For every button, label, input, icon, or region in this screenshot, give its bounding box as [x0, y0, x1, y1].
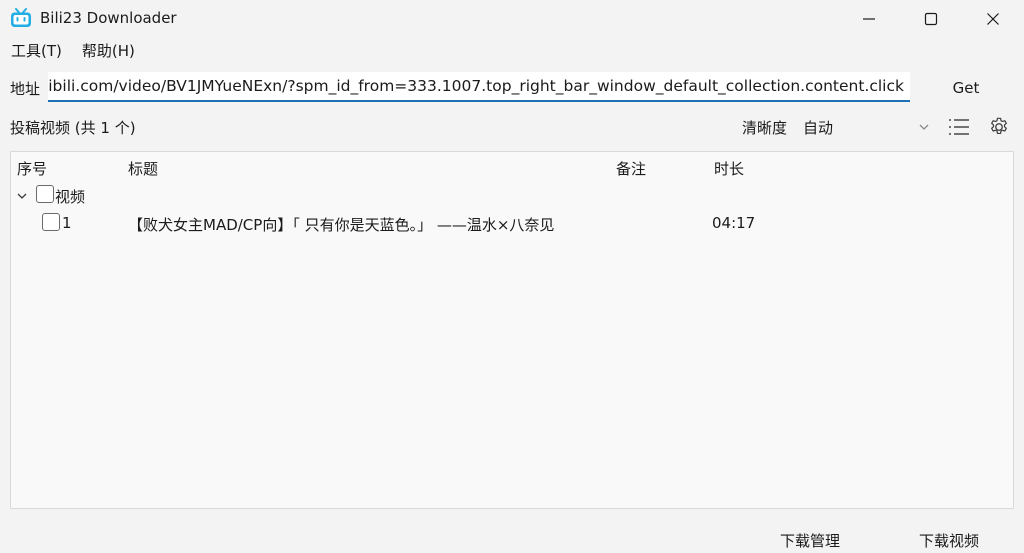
chevron-down-icon — [919, 124, 929, 130]
column-header-index[interactable]: 序号 — [17, 158, 47, 179]
gear-icon — [991, 117, 1007, 135]
url-input-text: ilibili.com/video/BV1JMYueNExn/?spm_id_f… — [48, 77, 904, 95]
video-table[interactable]: 序号 标题 备注 时长 视频 1 【败犬女主MAD/CP向】「 只有你是天蓝色。… — [10, 151, 1014, 509]
maximize-button[interactable] — [900, 0, 962, 38]
group-row[interactable]: 视频 — [11, 181, 1013, 209]
list-button[interactable] — [945, 112, 973, 142]
list-icon — [949, 119, 969, 135]
quality-value: 自动 — [803, 118, 834, 137]
table-header: 序号 标题 备注 时长 — [11, 152, 1013, 180]
column-header-note[interactable]: 备注 — [616, 158, 646, 179]
quality-label: 清晰度 — [742, 119, 788, 137]
get-button[interactable]: Get — [928, 72, 1004, 104]
group-label: 视频 — [55, 188, 86, 206]
close-button[interactable] — [962, 0, 1024, 38]
group-checkbox[interactable] — [36, 185, 54, 203]
minimize-icon — [863, 18, 875, 20]
bilibili-tv-icon — [11, 8, 31, 27]
address-label: 地址 — [10, 80, 41, 98]
menu-help[interactable]: 帮助(H) — [72, 40, 145, 64]
menu-bar: 工具(T) 帮助(H) — [0, 40, 145, 64]
table-row[interactable]: 1 【败犬女主MAD/CP向】「 只有你是天蓝色。」 ——温水×八奈见 04:1… — [11, 209, 1013, 237]
chevron-down-icon[interactable] — [16, 190, 28, 202]
window-title: Bili23 Downloader — [40, 9, 177, 27]
column-header-duration[interactable]: 时长 — [714, 158, 744, 179]
row-title: 【败犬女主MAD/CP向】「 只有你是天蓝色。」 ——温水×八奈见 — [128, 216, 555, 234]
title-bar[interactable]: Bili23 Downloader — [0, 0, 1024, 38]
close-icon — [987, 13, 999, 25]
column-header-title[interactable]: 标题 — [128, 158, 158, 179]
download-manager-button[interactable]: 下载管理 — [780, 530, 840, 551]
quality-select[interactable]: 自动 — [796, 112, 934, 142]
settings-button[interactable] — [985, 112, 1013, 142]
row-duration: 04:17 — [712, 214, 756, 232]
download-video-button[interactable]: 下载视频 — [919, 530, 979, 551]
app-window: Bili23 Downloader 工具(T) 帮助(H) 地址 ilibili… — [0, 0, 1024, 553]
row-checkbox[interactable] — [42, 213, 60, 231]
section-title: 投稿视频 (共 1 个) — [10, 119, 136, 137]
row-index: 1 — [62, 214, 72, 232]
menu-tools[interactable]: 工具(T) — [0, 40, 72, 64]
url-input[interactable]: ilibili.com/video/BV1JMYueNExn/?spm_id_f… — [48, 72, 910, 102]
minimize-button[interactable] — [838, 0, 900, 38]
maximize-icon — [924, 12, 938, 26]
